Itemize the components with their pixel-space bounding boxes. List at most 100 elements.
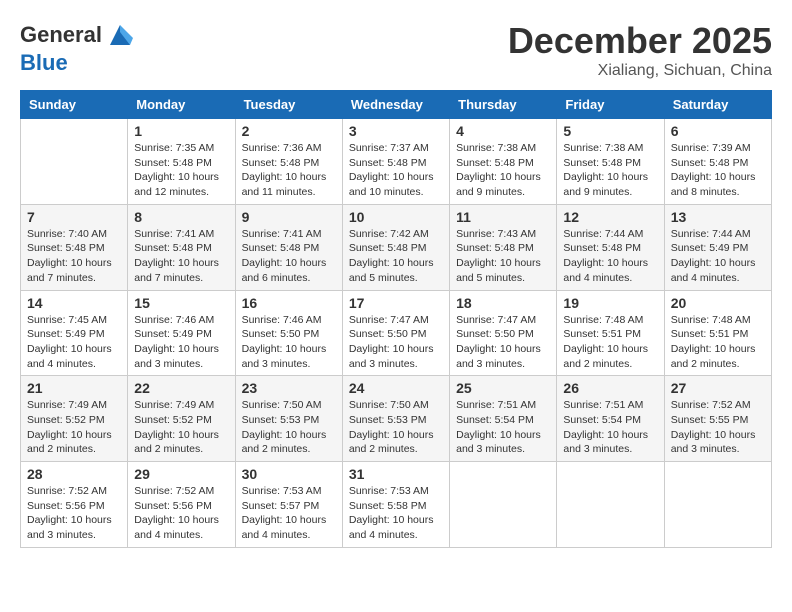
day-number: 10 (349, 209, 443, 225)
calendar-cell: 20 Sunrise: 7:48 AM Sunset: 5:51 PM Dayli… (664, 290, 771, 376)
calendar-cell: 27 Sunrise: 7:52 AM Sunset: 5:55 PM Dayli… (664, 376, 771, 462)
day-info: Sunrise: 7:52 AM Sunset: 5:56 PM Dayligh… (134, 484, 228, 543)
day-info: Sunrise: 7:46 AM Sunset: 5:49 PM Dayligh… (134, 313, 228, 372)
day-number: 18 (456, 295, 550, 311)
column-header-friday: Friday (557, 91, 664, 119)
day-number: 16 (242, 295, 336, 311)
calendar-cell: 2Sunrise: 7:36 AM Sunset: 5:48 PM Daylig… (235, 119, 342, 205)
day-info: Sunrise: 7:48 AM Sunset: 5:51 PM Dayligh… (671, 313, 765, 372)
day-number: 31 (349, 466, 443, 482)
calendar-cell: 1Sunrise: 7:35 AM Sunset: 5:48 PM Daylig… (128, 119, 235, 205)
day-number: 6 (671, 123, 765, 139)
day-info: Sunrise: 7:53 AM Sunset: 5:57 PM Dayligh… (242, 484, 336, 543)
calendar-cell: 5 Sunrise: 7:38 AM Sunset: 5:48 PM Daylig… (557, 119, 664, 205)
day-info: Sunrise: 7:43 AM Sunset: 5:48 PM Dayligh… (456, 227, 550, 286)
day-info: Sunrise: 7:38 AM Sunset: 5:48 PM Dayligh… (456, 141, 550, 200)
day-number: 24 (349, 380, 443, 396)
calendar-week-row: 14 Sunrise: 7:45 AM Sunset: 5:49 PM Dayli… (21, 290, 772, 376)
column-header-wednesday: Wednesday (342, 91, 449, 119)
day-info: Sunrise: 7:46 AM Sunset: 5:50 PM Dayligh… (242, 313, 336, 372)
day-info: Sunrise: 7:44 AM Sunset: 5:48 PM Dayligh… (563, 227, 657, 286)
calendar-cell: 18 Sunrise: 7:47 AM Sunset: 5:50 PM Dayli… (450, 290, 557, 376)
day-number: 19 (563, 295, 657, 311)
calendar-week-row: 1Sunrise: 7:35 AM Sunset: 5:48 PM Daylig… (21, 119, 772, 205)
day-number: 3 (349, 123, 443, 139)
day-number: 26 (563, 380, 657, 396)
day-info: Sunrise: 7:47 AM Sunset: 5:50 PM Dayligh… (456, 313, 550, 372)
day-info: Sunrise: 7:44 AM Sunset: 5:49 PM Dayligh… (671, 227, 765, 286)
day-info: Sunrise: 7:49 AM Sunset: 5:52 PM Dayligh… (27, 398, 121, 457)
day-number: 25 (456, 380, 550, 396)
calendar-cell: 22 Sunrise: 7:49 AM Sunset: 5:52 PM Dayli… (128, 376, 235, 462)
day-info: Sunrise: 7:41 AM Sunset: 5:48 PM Dayligh… (242, 227, 336, 286)
calendar-week-row: 21 Sunrise: 7:49 AM Sunset: 5:52 PM Dayli… (21, 376, 772, 462)
day-number: 7 (27, 209, 121, 225)
calendar-table: SundayMondayTuesdayWednesdayThursdayFrid… (20, 90, 772, 548)
day-info: Sunrise: 7:42 AM Sunset: 5:48 PM Dayligh… (349, 227, 443, 286)
day-number: 23 (242, 380, 336, 396)
day-number: 8 (134, 209, 228, 225)
calendar-cell: 7 Sunrise: 7:40 AM Sunset: 5:48 PM Daylig… (21, 204, 128, 290)
calendar-cell: 25 Sunrise: 7:51 AM Sunset: 5:54 PM Dayli… (450, 376, 557, 462)
calendar-cell: 23 Sunrise: 7:50 AM Sunset: 5:53 PM Dayli… (235, 376, 342, 462)
calendar-cell: 13 Sunrise: 7:44 AM Sunset: 5:49 PM Dayli… (664, 204, 771, 290)
day-info: Sunrise: 7:40 AM Sunset: 5:48 PM Dayligh… (27, 227, 121, 286)
calendar-cell: 28 Sunrise: 7:52 AM Sunset: 5:56 PM Dayli… (21, 462, 128, 548)
calendar-cell: 16 Sunrise: 7:46 AM Sunset: 5:50 PM Dayli… (235, 290, 342, 376)
calendar-cell: 17Sunrise: 7:47 AM Sunset: 5:50 PM Dayli… (342, 290, 449, 376)
day-info: Sunrise: 7:45 AM Sunset: 5:49 PM Dayligh… (27, 313, 121, 372)
logo-blue-text: Blue (20, 50, 68, 76)
day-info: Sunrise: 7:51 AM Sunset: 5:54 PM Dayligh… (456, 398, 550, 457)
calendar-cell: 10 Sunrise: 7:42 AM Sunset: 5:48 PM Dayli… (342, 204, 449, 290)
calendar-cell: 31 Sunrise: 7:53 AM Sunset: 5:58 PM Dayli… (342, 462, 449, 548)
calendar-cell: 21 Sunrise: 7:49 AM Sunset: 5:52 PM Dayli… (21, 376, 128, 462)
day-info: Sunrise: 7:49 AM Sunset: 5:52 PM Dayligh… (134, 398, 228, 457)
day-number: 20 (671, 295, 765, 311)
calendar-cell: 24 Sunrise: 7:50 AM Sunset: 5:53 PM Dayli… (342, 376, 449, 462)
calendar-cell (557, 462, 664, 548)
day-info: Sunrise: 7:37 AM Sunset: 5:48 PM Dayligh… (349, 141, 443, 200)
logo: General Blue (20, 20, 135, 76)
day-number: 28 (27, 466, 121, 482)
title-section: December 2025 Xialiang, Sichuan, China (508, 20, 772, 80)
location-text: Xialiang, Sichuan, China (508, 62, 772, 80)
day-number: 21 (27, 380, 121, 396)
calendar-cell: 12 Sunrise: 7:44 AM Sunset: 5:48 PM Dayli… (557, 204, 664, 290)
day-number: 4 (456, 123, 550, 139)
day-number: 17 (349, 295, 443, 311)
day-number: 14 (27, 295, 121, 311)
page-header: General Blue December 2025 Xialiang, Sic… (20, 20, 772, 80)
day-number: 9 (242, 209, 336, 225)
day-info: Sunrise: 7:52 AM Sunset: 5:55 PM Dayligh… (671, 398, 765, 457)
calendar-cell: 9 Sunrise: 7:41 AM Sunset: 5:48 PM Daylig… (235, 204, 342, 290)
day-info: Sunrise: 7:52 AM Sunset: 5:56 PM Dayligh… (27, 484, 121, 543)
day-number: 12 (563, 209, 657, 225)
calendar-cell: 11Sunrise: 7:43 AM Sunset: 5:48 PM Dayli… (450, 204, 557, 290)
calendar-cell (450, 462, 557, 548)
day-number: 29 (134, 466, 228, 482)
day-number: 5 (563, 123, 657, 139)
calendar-cell: 29 Sunrise: 7:52 AM Sunset: 5:56 PM Dayli… (128, 462, 235, 548)
logo-general-text: General (20, 22, 102, 48)
day-number: 13 (671, 209, 765, 225)
calendar-header-row: SundayMondayTuesdayWednesdayThursdayFrid… (21, 91, 772, 119)
day-number: 27 (671, 380, 765, 396)
column-header-tuesday: Tuesday (235, 91, 342, 119)
calendar-cell: 4 Sunrise: 7:38 AM Sunset: 5:48 PM Daylig… (450, 119, 557, 205)
day-number: 22 (134, 380, 228, 396)
calendar-cell: 15Sunrise: 7:46 AM Sunset: 5:49 PM Dayli… (128, 290, 235, 376)
day-info: Sunrise: 7:50 AM Sunset: 5:53 PM Dayligh… (242, 398, 336, 457)
calendar-cell (664, 462, 771, 548)
calendar-cell: 14 Sunrise: 7:45 AM Sunset: 5:49 PM Dayli… (21, 290, 128, 376)
calendar-cell: 6Sunrise: 7:39 AM Sunset: 5:48 PM Daylig… (664, 119, 771, 205)
day-info: Sunrise: 7:53 AM Sunset: 5:58 PM Dayligh… (349, 484, 443, 543)
day-info: Sunrise: 7:36 AM Sunset: 5:48 PM Dayligh… (242, 141, 336, 200)
day-info: Sunrise: 7:41 AM Sunset: 5:48 PM Dayligh… (134, 227, 228, 286)
column-header-sunday: Sunday (21, 91, 128, 119)
column-header-saturday: Saturday (664, 91, 771, 119)
day-number: 30 (242, 466, 336, 482)
day-info: Sunrise: 7:50 AM Sunset: 5:53 PM Dayligh… (349, 398, 443, 457)
day-info: Sunrise: 7:51 AM Sunset: 5:54 PM Dayligh… (563, 398, 657, 457)
day-info: Sunrise: 7:38 AM Sunset: 5:48 PM Dayligh… (563, 141, 657, 200)
calendar-cell: 19Sunrise: 7:48 AM Sunset: 5:51 PM Dayli… (557, 290, 664, 376)
